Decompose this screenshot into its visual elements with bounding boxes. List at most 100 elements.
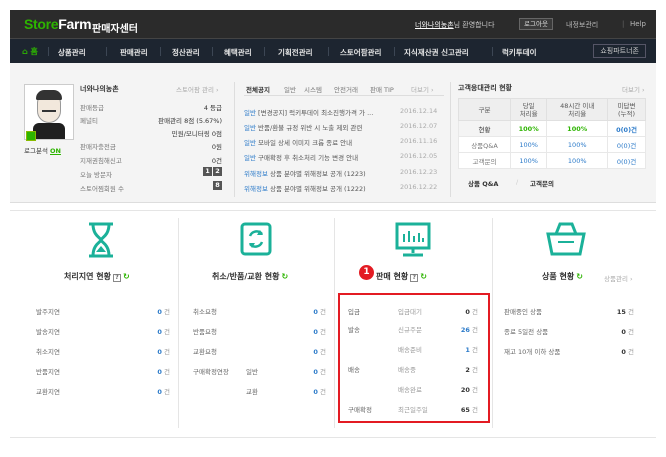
my-info-link[interactable]: 내정보관리 bbox=[566, 20, 598, 30]
login-analysis-label: 로그분석 bbox=[24, 147, 48, 155]
refresh-icon[interactable]: ↻ bbox=[420, 272, 427, 281]
divider bbox=[492, 218, 493, 428]
count-value: 0 bbox=[157, 368, 162, 376]
cs-more-link[interactable]: 더보기 › bbox=[622, 84, 645, 94]
refresh-icon[interactable]: ↻ bbox=[576, 272, 583, 281]
nav-item-store-manage[interactable]: 스토어팜관리 bbox=[340, 47, 381, 58]
claims-row-label: 반품요청 bbox=[193, 328, 217, 336]
monitor-chart-icon bbox=[395, 222, 431, 257]
sales-row-label: 입금대기 bbox=[398, 308, 422, 316]
nav-item-products[interactable]: 상품관리 bbox=[58, 47, 86, 58]
delay-row-count[interactable]: 0 건 bbox=[140, 346, 170, 356]
nav-divider bbox=[328, 47, 329, 56]
refresh-icon[interactable]: ↻ bbox=[282, 272, 289, 281]
profile-label-penalty: 페널티 bbox=[80, 117, 98, 125]
cs-cell: 100% bbox=[509, 152, 548, 169]
cs-cell[interactable]: 0(0)건 bbox=[607, 136, 646, 153]
sales-row-count[interactable]: 1 건 bbox=[448, 344, 478, 354]
shopping-partner-button[interactable]: 쇼핑파트너존 bbox=[593, 44, 646, 58]
delay-row-count[interactable]: 0 건 bbox=[140, 326, 170, 336]
nav-item-ip-report[interactable]: 지식재산권 신고관리 bbox=[404, 47, 469, 58]
welcome-suffix: 님 환영합니다 bbox=[453, 21, 495, 29]
cs-cell[interactable]: 0(0)건 bbox=[607, 120, 646, 137]
login-analysis-toggle[interactable]: ON bbox=[50, 147, 61, 155]
sales-row-label: 신규주문 bbox=[398, 326, 422, 334]
nav-item-sales[interactable]: 판매관리 bbox=[120, 47, 148, 58]
nav-divider bbox=[48, 47, 49, 56]
count-unit: 건 bbox=[472, 346, 478, 354]
cs-footer-qna[interactable]: 상품 Q&A bbox=[468, 178, 498, 188]
table-row: 현황 100% 100% 0(0)건 bbox=[458, 120, 646, 137]
visitor-counter: 12 bbox=[180, 167, 222, 176]
divider bbox=[178, 218, 179, 428]
hourglass-icon bbox=[89, 222, 113, 258]
delay-row-label: 발송지연 bbox=[36, 328, 60, 336]
delay-row-count[interactable]: 0 건 bbox=[140, 306, 170, 316]
notice-item[interactable]: 위해정보 상품 분야별 위해정보 공개 (1223) bbox=[244, 168, 394, 178]
store-info-link[interactable]: 스토어팜 관리 › bbox=[176, 84, 219, 94]
help-link[interactable]: Help bbox=[630, 20, 646, 28]
count-unit: 건 bbox=[320, 348, 326, 356]
nav-item-exhibitions[interactable]: 기획전관리 bbox=[278, 47, 313, 58]
delay-row-count[interactable]: 0 건 bbox=[140, 386, 170, 396]
storefarm-logo[interactable]: StoreFarm bbox=[24, 16, 92, 32]
claims-row-count[interactable]: 0 건 bbox=[296, 346, 326, 356]
nav-item-benefits[interactable]: 혜택관리 bbox=[224, 47, 252, 58]
notice-item[interactable]: 일반 반품/환불 규정 위반 시 노출 제외 관련 bbox=[244, 122, 394, 132]
help-icon[interactable]: ? bbox=[112, 274, 121, 282]
sales-row-count[interactable]: 65 건 bbox=[448, 404, 478, 414]
count-value: 1 bbox=[465, 346, 470, 354]
product-row-count[interactable]: 0 건 bbox=[604, 346, 634, 356]
notices-more-link[interactable]: 더보기 › bbox=[411, 84, 434, 94]
count-unit: 건 bbox=[164, 388, 170, 396]
tab-all-notices[interactable]: 전체공지 bbox=[246, 84, 270, 94]
help-icon[interactable]: ? bbox=[410, 274, 419, 282]
claims-row-count[interactable]: 0 건 bbox=[296, 306, 326, 316]
count-value: 20 bbox=[460, 386, 470, 394]
cs-cell: 100% bbox=[509, 120, 548, 137]
sales-row-count[interactable]: 20 건 bbox=[448, 384, 478, 394]
tab-general[interactable]: 일반 bbox=[284, 84, 296, 94]
notice-item[interactable]: 위해정보 상품 분야별 위해정보 공개 (1222) bbox=[244, 183, 394, 193]
product-row-label: 판매중인 상품 bbox=[504, 308, 542, 316]
count-unit: 건 bbox=[164, 308, 170, 316]
tab-system[interactable]: 시스템 bbox=[304, 84, 322, 94]
count-value: 0 bbox=[621, 348, 626, 356]
product-row-count[interactable]: 0 건 bbox=[604, 326, 634, 336]
logo-farm-text: Farm bbox=[58, 16, 92, 32]
notice-item[interactable]: 일반 모바일 상세 이미지 크롭 종료 안내 bbox=[244, 137, 394, 147]
sales-row-count[interactable]: 26 건 bbox=[448, 324, 478, 334]
count-unit: 건 bbox=[472, 366, 478, 374]
count-unit: 건 bbox=[472, 406, 478, 414]
cs-cell[interactable]: 0(0)건 bbox=[607, 152, 646, 169]
logout-button[interactable]: 로그아웃 bbox=[519, 18, 553, 30]
notice-item[interactable]: 일반 [변경공지] 럭키투데이 최소진행가격 가 ... bbox=[244, 107, 394, 117]
profile-label-fans: 스토어찜회원 수 bbox=[80, 185, 124, 193]
delay-row-label: 교환지연 bbox=[36, 388, 60, 396]
user-name-link[interactable]: 너와나의농촌 bbox=[415, 21, 454, 29]
claims-row-count[interactable]: 0 건 bbox=[296, 366, 326, 376]
nav-item-settlement[interactable]: 정산관리 bbox=[172, 47, 200, 58]
sales-row-count[interactable]: 2 건 bbox=[448, 364, 478, 374]
cs-row-label: 고객문의 bbox=[458, 152, 511, 169]
nav-home[interactable]: ⌂ 홈 bbox=[22, 46, 38, 57]
tab-sales-tip[interactable]: 판매 TIP bbox=[370, 84, 394, 94]
product-row-count[interactable]: 15 건 bbox=[604, 306, 634, 316]
sales-row-count[interactable]: 0 건 bbox=[448, 306, 478, 316]
cs-footer-inquiry[interactable]: 고객문의 bbox=[530, 178, 554, 188]
profile-value-penalty: 판매관리 8점 (5.67%) bbox=[158, 117, 222, 125]
sales-row-group: 구매확정 bbox=[348, 406, 372, 414]
avatar-body bbox=[33, 123, 65, 139]
product-manage-link[interactable]: 상품관리 › bbox=[604, 273, 633, 283]
claims-row-count[interactable]: 0 건 bbox=[296, 326, 326, 336]
delay-row-count[interactable]: 0 건 bbox=[140, 366, 170, 376]
sales-row-group: 발송 bbox=[348, 326, 360, 334]
tab-safe-trade[interactable]: 안전거래 bbox=[334, 84, 358, 94]
notice-item[interactable]: 일반 구매확정 후 취소처리 기능 변경 안내 bbox=[244, 152, 394, 162]
claims-row-sub: 교환 bbox=[246, 388, 258, 396]
refresh-icon[interactable]: ↻ bbox=[123, 272, 130, 281]
product-row-label: 재고 10개 이하 상품 bbox=[504, 348, 561, 356]
claims-row-count[interactable]: 0 건 bbox=[296, 386, 326, 396]
nav-item-lucky-today[interactable]: 럭키투데이 bbox=[502, 47, 537, 58]
count-unit: 건 bbox=[628, 308, 634, 316]
